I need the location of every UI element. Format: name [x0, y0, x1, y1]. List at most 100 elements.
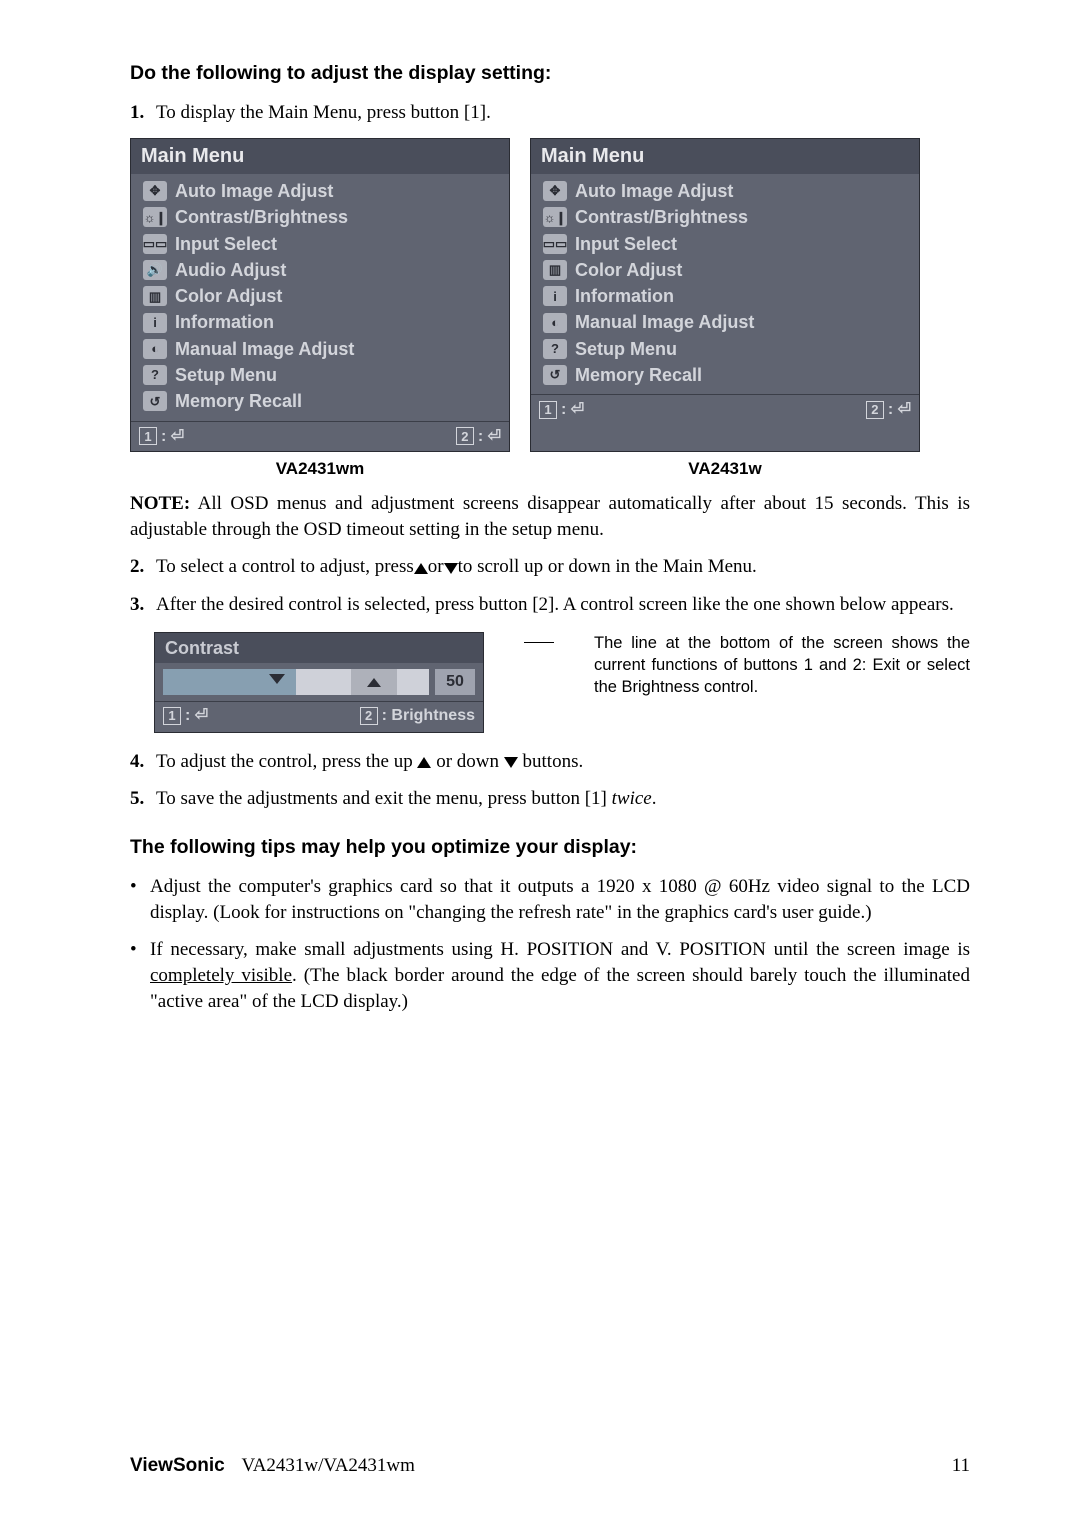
step-3-num: 3.	[130, 592, 156, 618]
tip-2-text: If necessary, make small adjustments usi…	[150, 937, 970, 1014]
step-2-b: or	[428, 556, 444, 577]
step-2-c: to scroll up or down in the Main Menu.	[458, 556, 757, 577]
contrast-slider	[163, 669, 429, 695]
main-menu-title-right: Main Menu	[531, 139, 919, 174]
step-2: 2. To select a control to adjust, presso…	[130, 554, 970, 580]
step-4: 4. To adjust the control, press the up o…	[130, 749, 970, 775]
menu-label: Color Adjust	[175, 284, 282, 308]
tip-2-a: If necessary, make small adjustments usi…	[150, 939, 970, 960]
footer-model: VA2431w/VA2431wm	[241, 1455, 415, 1476]
menu-label: Setup Menu	[175, 363, 277, 387]
step-1: 1. To display the Main Menu, press butto…	[130, 100, 970, 126]
menu-label: Memory Recall	[175, 389, 302, 413]
tip-1: • Adjust the computer's graphics card so…	[130, 874, 970, 925]
menu-label: Contrast/Brightness	[575, 205, 748, 229]
connector-line	[524, 642, 554, 643]
menu-item-input: ▭▭Input Select	[543, 231, 911, 257]
menu-item-manual: ◐Manual Image Adjust	[143, 336, 501, 362]
key-1-badge: 1	[163, 707, 181, 725]
menu-item-manual: ◐Manual Image Adjust	[543, 309, 911, 335]
menu-item-memory: ↺Memory Recall	[543, 362, 911, 388]
note-paragraph: NOTE: All OSD menus and adjustment scree…	[130, 491, 970, 542]
menu-footer-right: 1: ⏎ 2: ⏎	[531, 394, 919, 425]
menu-label: Audio Adjust	[175, 258, 286, 282]
menu-item-audio: 🔊Audio Adjust	[143, 257, 501, 283]
contrast-title: Contrast	[155, 633, 483, 663]
slider-up-box	[351, 669, 397, 695]
input-icon: ▭▭	[543, 234, 567, 254]
menu-item-input: ▭▭ Input Select	[143, 231, 501, 257]
menu-screenshots-row: Main Menu ✥ Auto Image Adjust ☼❙Contrast/…	[130, 138, 970, 452]
step-4-c: buttons.	[518, 751, 583, 772]
menu-label: Contrast/Brightness	[175, 205, 348, 229]
contrast-example-row: Contrast 50 1: ⏎ 2: Brightness The line …	[130, 632, 970, 733]
menu-item-auto-image: ✥ Auto Image Adjust	[143, 178, 501, 204]
key-1-badge: 1	[539, 401, 557, 419]
key-2-badge: 2	[360, 707, 378, 725]
step-5-num: 5.	[130, 786, 156, 812]
main-menu-panel-left: Main Menu ✥ Auto Image Adjust ☼❙Contrast/…	[130, 138, 510, 452]
main-menu-panel-right: Main Menu ✥Auto Image Adjust ☼❙Contrast/…	[530, 138, 920, 452]
step-4-b: or down	[431, 751, 503, 772]
question-icon: ?	[143, 365, 167, 385]
caption-right: VA2431w	[530, 458, 920, 481]
step-5-text: To save the adjustments and exit the men…	[156, 786, 970, 812]
main-menu-title-left: Main Menu	[131, 139, 509, 174]
input-icon: ▭▭	[143, 234, 167, 254]
slider-down-arrow-icon	[269, 674, 285, 684]
menu-label: Memory Recall	[575, 363, 702, 387]
down-arrow-icon	[504, 757, 518, 768]
step-3: 3. After the desired control is selected…	[130, 592, 970, 618]
menu-item-auto-image: ✥ Auto Image Adjust	[543, 178, 911, 204]
key-2-badge: 2	[866, 401, 884, 419]
manual-icon: ◐	[543, 313, 567, 333]
menu-item-memory: ↺ Memory Recall	[143, 388, 501, 414]
page-number: 11	[952, 1453, 970, 1479]
target-icon: ✥	[143, 181, 167, 201]
manual-icon: ◐	[143, 339, 167, 359]
page-footer: ViewSonic VA2431w/VA2431wm 11	[130, 1453, 970, 1479]
key-2-badge: 2	[456, 427, 474, 445]
step-2-num: 2.	[130, 554, 156, 580]
tip-1-text: Adjust the computer's graphics card so t…	[150, 874, 970, 925]
up-arrow-icon	[417, 757, 431, 768]
contrast-slider-row: 50	[155, 663, 483, 701]
bullet-dot: •	[130, 874, 150, 925]
menu-label: Auto Image Adjust	[175, 179, 333, 203]
menu-label: Color Adjust	[575, 258, 682, 282]
step-1-text: To display the Main Menu, press button […	[156, 100, 970, 126]
step-2-text: To select a control to adjust, pressorto…	[156, 554, 970, 580]
menu-label: Auto Image Adjust	[575, 179, 733, 203]
menu-item-contrast: ☼❙Contrast/Brightness	[143, 204, 501, 230]
footer-brand: ViewSonic	[130, 1455, 225, 1476]
step-5-twice: twice	[612, 788, 652, 809]
menu-item-info: i Information	[543, 283, 911, 309]
step-4-a: To adjust the control, press the up	[156, 751, 417, 772]
menu-label: Setup Menu	[575, 337, 677, 361]
heading-tips: The following tips may help you optimize…	[130, 834, 970, 860]
color-icon: ▥	[143, 286, 167, 306]
contrast-panel: Contrast 50 1: ⏎ 2: Brightness	[154, 632, 484, 733]
menu-label: Input Select	[175, 232, 277, 256]
menu-label: Information	[175, 310, 274, 334]
key-1-badge: 1	[139, 427, 157, 445]
up-arrow-icon	[414, 563, 428, 574]
step-5-dot: .	[652, 788, 657, 809]
step-5: 5. To save the adjustments and exit the …	[130, 786, 970, 812]
menu-label: Information	[575, 284, 674, 308]
info-icon: i	[543, 286, 567, 306]
contrast-footer-label: : Brightness	[382, 707, 475, 724]
target-icon: ✥	[543, 181, 567, 201]
recall-icon: ↺	[143, 391, 167, 411]
tip-2-underline: completely visible	[150, 965, 292, 986]
info-icon: i	[143, 313, 167, 333]
question-icon: ?	[543, 339, 567, 359]
note-text: All OSD menus and adjustment screens dis…	[130, 493, 970, 540]
caption-left: VA2431wm	[130, 458, 510, 481]
heading-adjust-display: Do the following to adjust the display s…	[130, 60, 970, 86]
contrast-side-note: The line at the bottom of the screen sho…	[594, 632, 970, 733]
step-1-num: 1.	[130, 100, 156, 126]
step-4-num: 4.	[130, 749, 156, 775]
menu-item-color: ▥ Color Adjust	[143, 283, 501, 309]
step-3-text: After the desired control is selected, p…	[156, 592, 970, 618]
